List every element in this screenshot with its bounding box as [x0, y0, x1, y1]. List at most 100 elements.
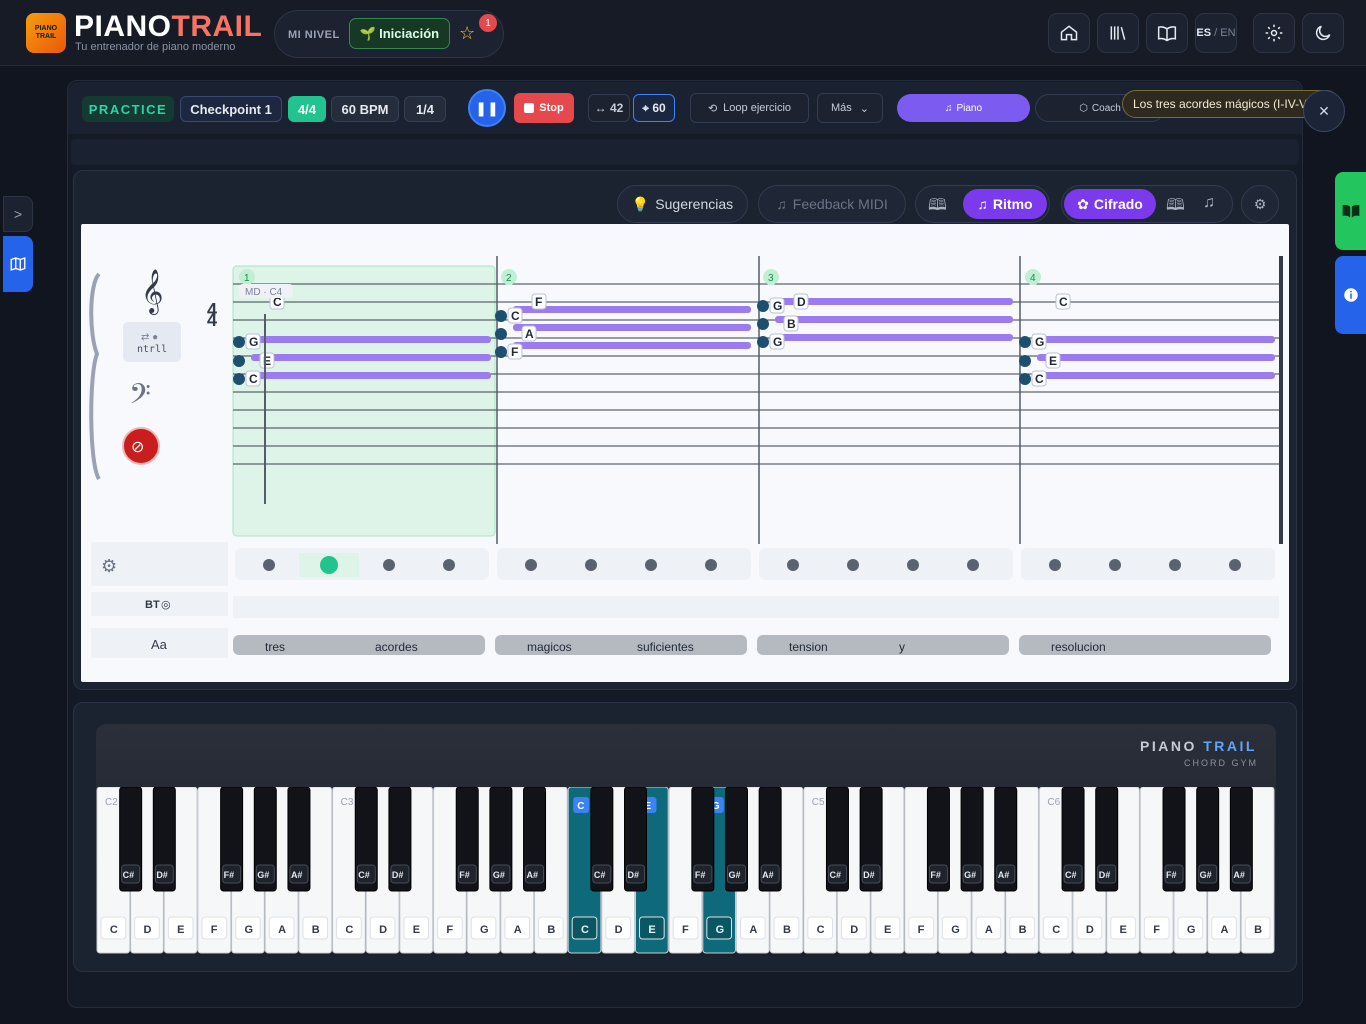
- piano-keyboard: CC2DEFGABCC3DEFGABCC4CDEEFGGABCC5DEFGABC…: [96, 787, 1275, 954]
- note-label: B: [787, 317, 796, 331]
- beat-dot: [847, 559, 859, 571]
- map-icon: [10, 257, 26, 271]
- more-menu-button[interactable]: Más ⌄: [817, 93, 883, 123]
- pause-button[interactable]: ❚❚: [468, 89, 506, 127]
- white-key-label: E: [177, 924, 184, 936]
- black-key-label: C#: [358, 870, 370, 880]
- note-head: [1019, 336, 1031, 348]
- lightbulb-icon: 💡: [631, 195, 650, 212]
- lyric-word: y: [899, 640, 905, 654]
- black-key-label: F#: [459, 870, 470, 880]
- stop-button[interactable]: Stop: [514, 93, 574, 123]
- loop-exercise-button[interactable]: ⟲ Loop ejercicio: [690, 93, 809, 123]
- rhythm-button[interactable]: ♫ Ritmo: [963, 189, 1047, 219]
- lyric-word: resolucion: [1051, 640, 1106, 654]
- star-icon[interactable]: ☆: [459, 23, 475, 44]
- beat-dot: [443, 559, 455, 571]
- black-key-label: A#: [1233, 870, 1245, 880]
- beat-dot: [1229, 559, 1241, 571]
- map-tab[interactable]: [3, 236, 33, 292]
- black-key-label: C#: [829, 870, 841, 880]
- beat-dot: [1109, 559, 1121, 571]
- gear-icon: ⚙: [1253, 195, 1267, 212]
- note-duration-bar: [1037, 372, 1275, 379]
- book-icon[interactable]: 🕮: [1166, 194, 1185, 221]
- time-sig-bottom: 4: [207, 310, 217, 330]
- black-key-label: C#: [123, 870, 135, 880]
- white-key-label: F: [1153, 924, 1160, 936]
- settings-button[interactable]: [1253, 13, 1295, 53]
- time-signature-badge[interactable]: 4/4: [288, 96, 326, 122]
- white-key-label: A: [749, 924, 757, 936]
- music-note-icon[interactable]: ♫: [1203, 194, 1215, 212]
- subdivision-button[interactable]: 1/4: [404, 96, 446, 122]
- white-key-label: G: [951, 924, 960, 936]
- beat-dot: [967, 559, 979, 571]
- octave-label: C5: [812, 797, 825, 808]
- level-pill[interactable]: 🌱 Iniciación: [349, 18, 450, 49]
- info-icon: [1344, 288, 1358, 302]
- note-duration-bar: [775, 316, 1013, 323]
- octave-label: C6: [1047, 797, 1060, 808]
- home-button[interactable]: [1048, 13, 1090, 53]
- app-logo[interactable]: PIANO TRAIL: [26, 13, 66, 53]
- target-icon[interactable]: ◎: [161, 599, 171, 611]
- beat-dot: [585, 559, 597, 571]
- theme-toggle[interactable]: [1302, 13, 1344, 53]
- gear-icon[interactable]: ⚙: [101, 556, 117, 576]
- music-note-icon: ♫: [776, 196, 787, 212]
- bpm-button[interactable]: 60 BPM: [331, 96, 399, 122]
- progress-strip: [71, 139, 1299, 165]
- lessons-tab[interactable]: [1335, 172, 1366, 250]
- beat-dot: [645, 559, 657, 571]
- measure-number: 3: [768, 273, 774, 284]
- white-key-label: B: [1019, 924, 1027, 936]
- octave-label: C3: [341, 797, 354, 808]
- note-duration-bar: [775, 334, 1013, 341]
- book-icon[interactable]: 🕮: [928, 194, 947, 221]
- score-svg: 𝄞 𝄢 4 4 ⇄ ● ntrll ⊘ 1CGEC2FCAF3DGBG4CGEC…: [89, 256, 1283, 658]
- black-key-label: D#: [392, 870, 404, 880]
- black-key-label: D#: [863, 870, 875, 880]
- piano-mode-button[interactable]: ♫ Piano: [897, 94, 1030, 122]
- suggestions-button[interactable]: 💡 Sugerencias: [617, 185, 748, 223]
- score-settings-button[interactable]: ⚙: [1241, 185, 1279, 223]
- ctrl-label: ntrll: [137, 344, 167, 355]
- black-key-label: F#: [930, 870, 941, 880]
- range-button[interactable]: ↔ 42: [588, 94, 630, 122]
- note-head: [1019, 355, 1031, 367]
- black-key-label: C#: [1065, 870, 1077, 880]
- black-key-label: F#: [224, 870, 235, 880]
- music-note-icon: ♫: [977, 196, 988, 212]
- midi-feedback-button[interactable]: ♫ Feedback MIDI: [758, 185, 906, 223]
- note-label: E: [1049, 354, 1057, 368]
- lyric-word: suficientes: [637, 640, 694, 654]
- measure-number: 2: [506, 273, 512, 284]
- white-key-label: C: [345, 924, 353, 936]
- note-label: C: [511, 309, 520, 323]
- level-selector: MI NIVEL 🌱 Iniciación ☆ 1: [274, 10, 504, 58]
- lyric-word: magicos: [527, 640, 572, 654]
- book-button[interactable]: [1146, 13, 1188, 53]
- library-button[interactable]: [1097, 13, 1139, 53]
- target-tempo-button[interactable]: ⌖ 60: [633, 94, 675, 122]
- note-label: C: [1035, 372, 1044, 386]
- white-key-label: D: [379, 924, 387, 936]
- collapse-button[interactable]: ✕: [1303, 90, 1345, 132]
- note-label: A: [525, 327, 534, 341]
- black-key-label: A#: [527, 870, 539, 880]
- black-key-label: F#: [1166, 870, 1177, 880]
- black-key-label: G#: [257, 870, 269, 880]
- checkpoint-selector[interactable]: Checkpoint 1: [180, 96, 282, 122]
- chords-button[interactable]: ✿ Cifrado: [1064, 189, 1156, 219]
- pause-icon: ❚❚: [475, 99, 499, 116]
- info-tab[interactable]: [1335, 256, 1366, 334]
- collapse-icon: ✕: [1318, 102, 1330, 119]
- expand-sidebar-button[interactable]: >: [3, 196, 33, 232]
- white-key-label: A: [278, 924, 286, 936]
- white-key-label: D: [143, 924, 151, 936]
- white-key-label: C: [581, 924, 589, 936]
- book-icon: [1157, 26, 1177, 42]
- language-toggle[interactable]: ES / EN: [1195, 13, 1237, 53]
- music-note-icon: ♫: [944, 102, 953, 114]
